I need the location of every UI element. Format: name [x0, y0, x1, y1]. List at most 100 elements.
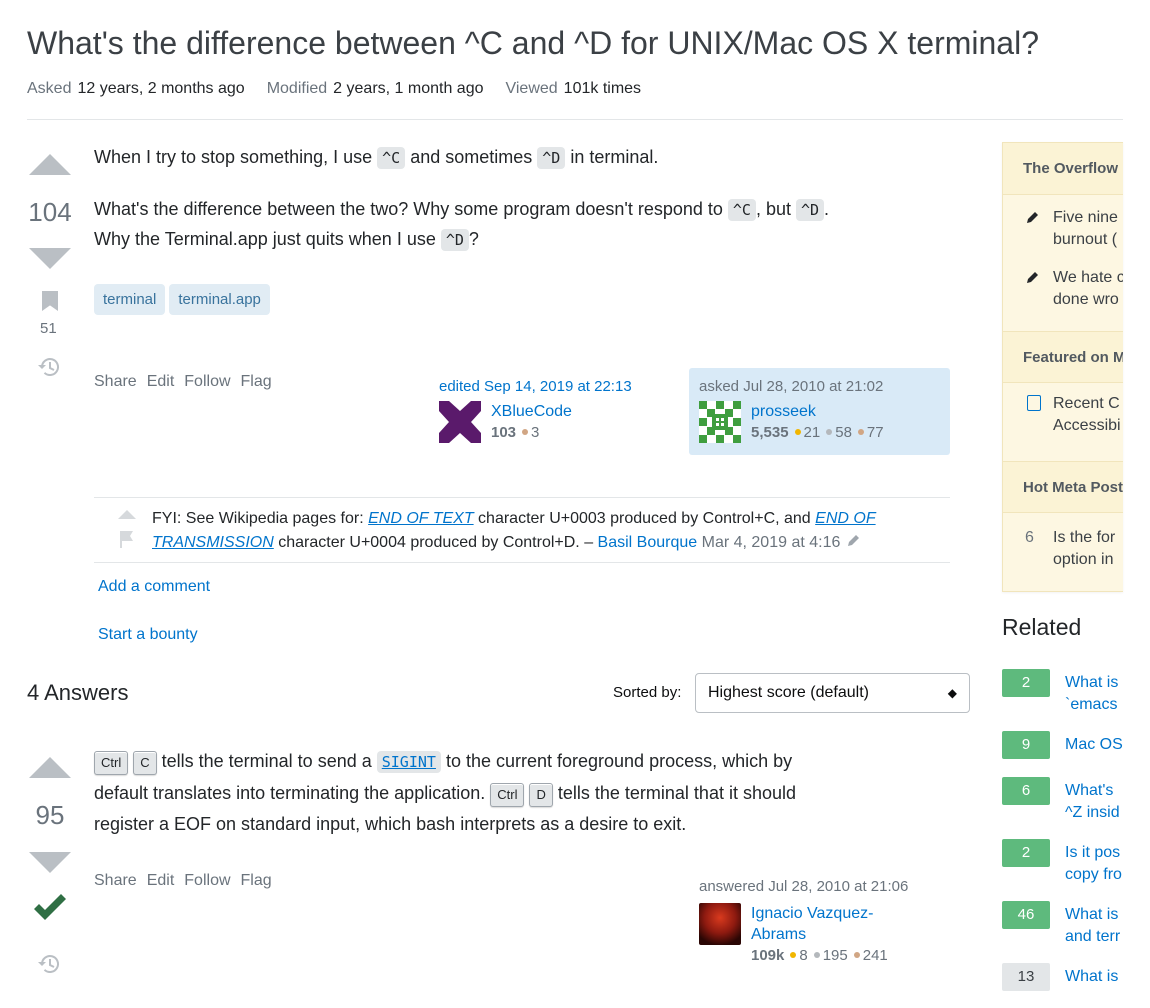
gold-badge-icon — [794, 429, 801, 436]
pencil-icon — [1025, 269, 1041, 290]
comment-upvote-icon[interactable] — [118, 510, 136, 519]
bookmark-icon[interactable] — [42, 291, 58, 311]
answered-timestamp[interactable]: answered Jul 28, 2010 at 21:06 — [699, 876, 939, 897]
overflow-blog-heading: The Overflow Blog — [1003, 143, 1123, 195]
question-meta: Asked 12 years, 2 months ago Modified 2 ye… — [27, 80, 642, 97]
ctrl-key: Ctrl — [94, 751, 129, 775]
sidebar-widget: The Overflow Blog Five nineburnout ( We … — [1002, 142, 1123, 592]
gold-badge-icon — [790, 952, 797, 959]
tag-list: terminal terminal.app — [94, 284, 274, 315]
editor-avatar[interactable] — [439, 401, 481, 449]
related-link-2[interactable]: Mac OS — [1065, 734, 1125, 756]
question-paragraph-2: What's the difference between the two? W… — [94, 199, 830, 251]
edited-timestamp[interactable]: edited Sep 14, 2019 at 22:13 — [439, 376, 679, 397]
answer-paragraph: Ctrl C tells the terminal to send a SIGI… — [94, 751, 796, 834]
related-score-badge: 6 — [1002, 777, 1050, 805]
comment-flag-icon[interactable] — [119, 530, 135, 553]
answerer-name-line-2[interactable]: Abrams — [751, 924, 888, 945]
comment-text: FYI: See Wikipedia pages for: END OF TEX… — [152, 510, 876, 551]
answer-post-menu: Share Edit Follow Flag — [94, 872, 272, 890]
featured-item[interactable]: Recent C Accessibi — [1053, 393, 1121, 437]
pencil-icon — [840, 534, 862, 551]
blog-item-1[interactable]: Five nine burnout ( — [1053, 207, 1118, 251]
asker-signature: asked Jul 28, 2010 at 21:02 prosseek 5,5… — [699, 376, 944, 445]
modified-time[interactable]: 2 years, 1 month ago — [333, 80, 483, 97]
accepted-checkmark-icon — [32, 892, 68, 929]
edit-link[interactable]: Edit — [147, 373, 175, 391]
hot-meta-item[interactable]: Is the for option in — [1053, 527, 1115, 571]
history-icon[interactable] — [37, 355, 63, 384]
answer-score: 95 — [35, 800, 65, 830]
upvote-arrow-icon[interactable] — [29, 154, 71, 175]
related-score-badge: 13 — [1002, 963, 1050, 991]
d-key: D — [529, 783, 553, 807]
answer-downvote-arrow-icon[interactable] — [29, 852, 71, 873]
related-link-4[interactable]: Is it pos copy fro — [1065, 842, 1125, 886]
related-score-badge: 46 — [1002, 901, 1050, 929]
add-comment-link[interactable]: Add a comment — [98, 578, 210, 596]
asker-avatar[interactable] — [699, 401, 741, 449]
related-score-badge: 2 — [1002, 669, 1050, 697]
related-heading: Related — [1002, 614, 1082, 640]
editor-signature: edited Sep 14, 2019 at 22:13 XBlueCode 1… — [439, 376, 679, 445]
share-link[interactable]: Share — [94, 872, 137, 890]
question-paragraph-1: When I try to stop something, I use ^C a… — [94, 147, 659, 169]
answer-upvote-arrow-icon[interactable] — [29, 757, 71, 778]
sigint-link[interactable]: SIGINT — [376, 751, 441, 773]
sorted-by-label: Sorted by: — [613, 684, 682, 701]
question-body: When I try to stop something, I use ^C a… — [94, 143, 954, 255]
answer-history-icon[interactable] — [37, 952, 63, 981]
c-key: C — [133, 751, 157, 775]
flag-link[interactable]: Flag — [241, 373, 272, 391]
sort-select-value: Highest score (default) — [708, 684, 869, 701]
follow-link[interactable]: Follow — [184, 872, 230, 890]
related-score-badge: 2 — [1002, 839, 1050, 867]
question-title[interactable]: What's the difference between ^C and ^D … — [27, 22, 1039, 64]
end-of-text-link[interactable]: END OF TEXT — [368, 510, 474, 527]
downvote-arrow-icon[interactable] — [29, 248, 71, 269]
view-count: 101k times — [563, 80, 642, 97]
related-link-1[interactable]: What is `emacs — [1065, 672, 1125, 716]
flag-link[interactable]: Flag — [241, 872, 272, 890]
bookmark-count: 51 — [40, 320, 57, 337]
related-link-6[interactable]: What is — [1065, 966, 1125, 988]
sort-caret-icon: ◆ — [947, 686, 957, 700]
sort-select[interactable]: Highest score (default) ◆ — [695, 673, 970, 713]
answerer-name-line-1[interactable]: Ignacio Vazquez- — [751, 903, 888, 924]
question-post-menu: Share Edit Follow Flag — [94, 373, 272, 391]
blog-item-2[interactable]: We hate c done wro — [1053, 267, 1123, 311]
tag-terminal[interactable]: terminal — [94, 284, 166, 315]
pencil-icon — [1025, 209, 1041, 230]
related-score-badge: 9 — [1002, 731, 1050, 759]
asker-reputation: 5,535 — [751, 424, 789, 441]
asked-time: 12 years, 2 months ago — [77, 80, 245, 97]
silver-badge-icon — [813, 952, 820, 959]
hot-meta-heading: Hot Meta Posts — [1003, 461, 1123, 513]
comment-icon — [1027, 395, 1041, 411]
bronze-badge-icon — [853, 952, 860, 959]
asked-timestamp[interactable]: asked Jul 28, 2010 at 21:02 — [699, 376, 944, 397]
bronze-badge-icon — [857, 429, 864, 436]
editor-reputation: 103 — [491, 424, 517, 441]
answerer-signature: answered Jul 28, 2010 at 21:06 Ignacio V… — [699, 876, 939, 967]
hot-meta-count: 6 — [1025, 529, 1034, 546]
header-divider — [27, 119, 1123, 120]
edit-link[interactable]: Edit — [147, 872, 175, 890]
share-link[interactable]: Share — [94, 373, 137, 391]
asker-name[interactable]: prosseek — [751, 401, 884, 422]
comment-author[interactable]: Basil Bourque — [598, 534, 698, 551]
tag-terminal-app[interactable]: terminal.app — [169, 284, 270, 315]
answerer-avatar[interactable] — [699, 903, 741, 945]
featured-meta-heading: Featured on Meta — [1003, 331, 1123, 383]
related-link-5[interactable]: What is and terr — [1065, 904, 1125, 948]
related-link-3[interactable]: What's ^Z insid — [1065, 780, 1125, 824]
editor-name[interactable]: XBlueCode — [491, 401, 572, 422]
bronze-badge-icon — [522, 429, 529, 436]
answer-body: Ctrl C tells the terminal to send a SIGI… — [94, 746, 974, 840]
start-bounty-link[interactable]: Start a bounty — [98, 626, 198, 644]
silver-badge-icon — [826, 429, 833, 436]
ctrl-key: Ctrl — [490, 783, 525, 807]
follow-link[interactable]: Follow — [184, 373, 230, 391]
comment-date[interactable]: Mar 4, 2019 at 4:16 — [697, 534, 841, 551]
answerer-reputation: 109k — [751, 947, 785, 964]
